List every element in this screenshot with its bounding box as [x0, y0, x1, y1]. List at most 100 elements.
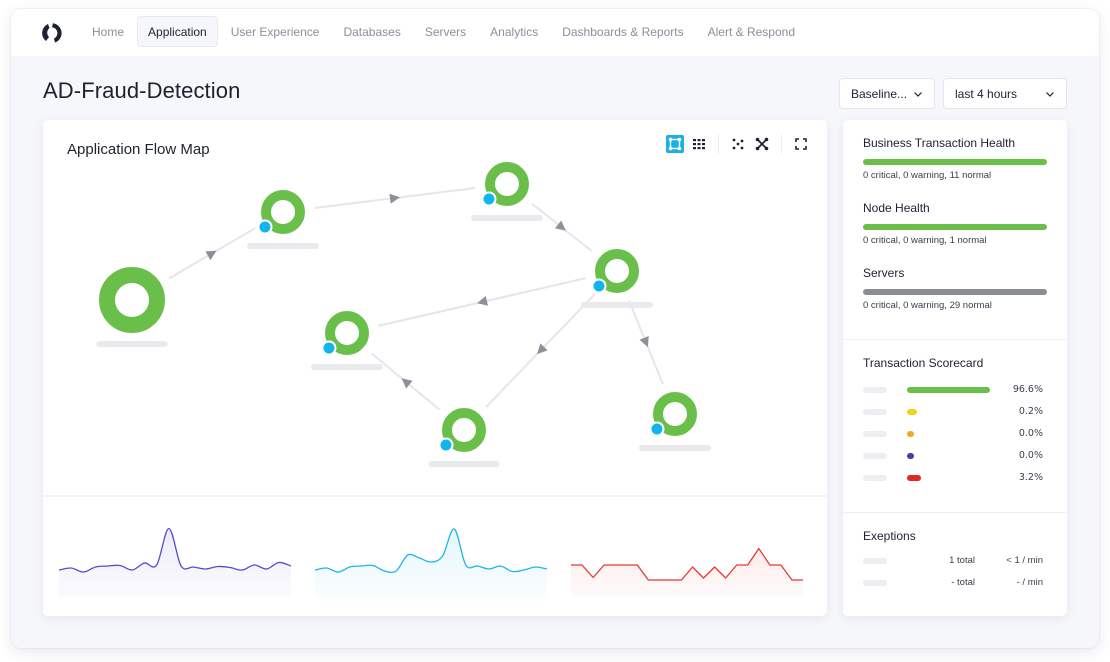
sparkline-response-time — [314, 528, 548, 597]
nav-item-user-experience[interactable]: User Experience — [220, 16, 331, 47]
collapse-button[interactable] — [753, 135, 771, 153]
status-dot-icon — [483, 193, 495, 205]
health-label: Servers — [863, 266, 905, 280]
scorecard-value: 0.0% — [1018, 428, 1043, 439]
nav-menu: Home Application User Experience Databases S… — [81, 16, 808, 47]
flow-map-canvas[interactable] — [43, 160, 827, 490]
label-placeholder — [863, 475, 887, 481]
section-divider — [843, 339, 1067, 340]
nav-item-home[interactable]: Home — [81, 16, 135, 47]
time-range-select[interactable]: last 4 hours — [943, 78, 1067, 109]
health-section-business-transactions[interactable]: Business Transaction Health 0 critical, … — [863, 136, 1047, 181]
flow-view-button[interactable] — [666, 135, 684, 153]
time-range-select-value: last 4 hours — [955, 86, 1018, 101]
health-bar — [863, 224, 1047, 230]
nav-item-alert-respond[interactable]: Alert & Respond — [697, 16, 806, 47]
health-status-text: 0 critical, 0 warning, 1 normal — [863, 235, 987, 246]
flow-map-card: Application Flow Map — [43, 120, 827, 616]
fullscreen-button[interactable] — [792, 135, 810, 153]
label-placeholder — [863, 409, 887, 415]
sparkline-calls-area — [59, 528, 291, 597]
grid-view-icon — [693, 139, 705, 150]
scorecard-value: 0.2% — [1018, 406, 1043, 417]
scorecard-bar — [907, 475, 921, 481]
transaction-scorecard: Transaction Scorecard 96.6% 0.2% 0.0% 0.0% 3… — [863, 356, 1047, 486]
baseline-select[interactable]: Baseline... — [839, 78, 935, 109]
scorecard-bar — [907, 453, 914, 459]
fullscreen-icon — [795, 138, 807, 150]
flow-node[interactable] — [96, 267, 168, 347]
flow-node[interactable] — [581, 249, 653, 308]
flow-node[interactable] — [471, 162, 543, 221]
health-section-servers[interactable]: Servers 0 critical, 0 warning, 29 normal — [863, 266, 1047, 311]
health-label: Node Health — [863, 201, 930, 215]
exception-row[interactable]: 1 total < 1 / min — [863, 555, 1047, 567]
nav-item-databases[interactable]: Databases — [332, 16, 411, 47]
app-logo-icon[interactable] — [39, 20, 65, 46]
nav-item-servers[interactable]: Servers — [414, 16, 477, 47]
nav-item-analytics[interactable]: Analytics — [479, 16, 549, 47]
scorecard-title: Transaction Scorecard — [863, 356, 984, 370]
flow-node[interactable] — [247, 190, 319, 249]
chevron-down-icon — [914, 92, 922, 97]
scorecard-row[interactable]: 0.0% — [863, 428, 1047, 440]
node-label-placeholder — [247, 243, 319, 249]
status-dot-icon — [440, 439, 452, 451]
flow-node[interactable] — [311, 311, 383, 370]
flow-arrow-icon — [639, 335, 649, 348]
nav-item-application[interactable]: Application — [137, 16, 218, 47]
toolbar-divider — [718, 134, 719, 154]
node-health-ring-icon — [99, 267, 165, 333]
label-placeholder — [863, 558, 887, 564]
scorecard-bar — [907, 387, 991, 393]
flow-node[interactable] — [428, 408, 500, 467]
node-label-placeholder — [581, 302, 653, 308]
top-navigation: Home Application User Experience Databases S… — [11, 9, 1099, 56]
summary-panel: Business Transaction Health 0 critical, … — [843, 120, 1067, 616]
label-placeholder — [863, 387, 887, 393]
node-label-placeholder — [428, 461, 500, 467]
status-dot-icon — [651, 423, 663, 435]
scorecard-row[interactable]: 0.2% — [863, 406, 1047, 418]
chevron-down-icon — [1046, 92, 1054, 97]
nav-item-dashboards-reports[interactable]: Dashboards & Reports — [551, 16, 694, 47]
section-divider — [43, 495, 827, 497]
status-dot-icon — [323, 342, 335, 354]
sparkline-calls — [58, 527, 292, 597]
scorecard-row[interactable]: 3.2% — [863, 472, 1047, 484]
flow-map-icon — [668, 137, 682, 151]
exception-rate: - / min — [1016, 577, 1043, 588]
label-placeholder — [863, 431, 887, 437]
health-status-text: 0 critical, 0 warning, 29 normal — [863, 300, 992, 311]
scorecard-value: 96.6% — [1012, 384, 1043, 395]
exception-total: - total — [951, 577, 975, 588]
grid-view-button[interactable] — [690, 135, 708, 153]
scorecard-row[interactable]: 0.0% — [863, 450, 1047, 462]
flow-map-title: Application Flow Map — [67, 141, 210, 158]
scatter-layout-button[interactable] — [729, 135, 747, 153]
label-placeholder — [863, 453, 887, 459]
scorecard-value: 3.2% — [1018, 472, 1043, 483]
sparkline-response-time-area — [315, 528, 547, 597]
status-dot-icon — [259, 221, 271, 233]
node-label-placeholder — [96, 341, 168, 347]
toolbar-divider — [781, 134, 782, 154]
collapse-icon — [755, 137, 769, 151]
app-window: Home Application User Experience Databases S… — [11, 9, 1099, 648]
node-label-placeholder — [639, 445, 711, 451]
exception-rate: < 1 / min — [1006, 555, 1043, 566]
baseline-select-value: Baseline... — [851, 86, 908, 101]
scorecard-row[interactable]: 96.6% — [863, 384, 1047, 396]
flow-arrow-icon — [389, 193, 400, 204]
scorecard-value: 0.0% — [1018, 450, 1043, 461]
health-bar — [863, 159, 1047, 165]
label-placeholder — [863, 580, 887, 586]
node-label-placeholder — [311, 364, 383, 370]
flow-node[interactable] — [639, 392, 711, 451]
health-section-nodes[interactable]: Node Health 0 critical, 0 warning, 1 nor… — [863, 201, 1047, 246]
flow-map-toolbar — [663, 134, 813, 154]
exception-total: 1 total — [949, 555, 975, 566]
scorecard-bar — [907, 409, 917, 415]
exceptions-title: Exeptions — [863, 529, 916, 543]
exception-row[interactable]: - total - / min — [863, 577, 1047, 589]
